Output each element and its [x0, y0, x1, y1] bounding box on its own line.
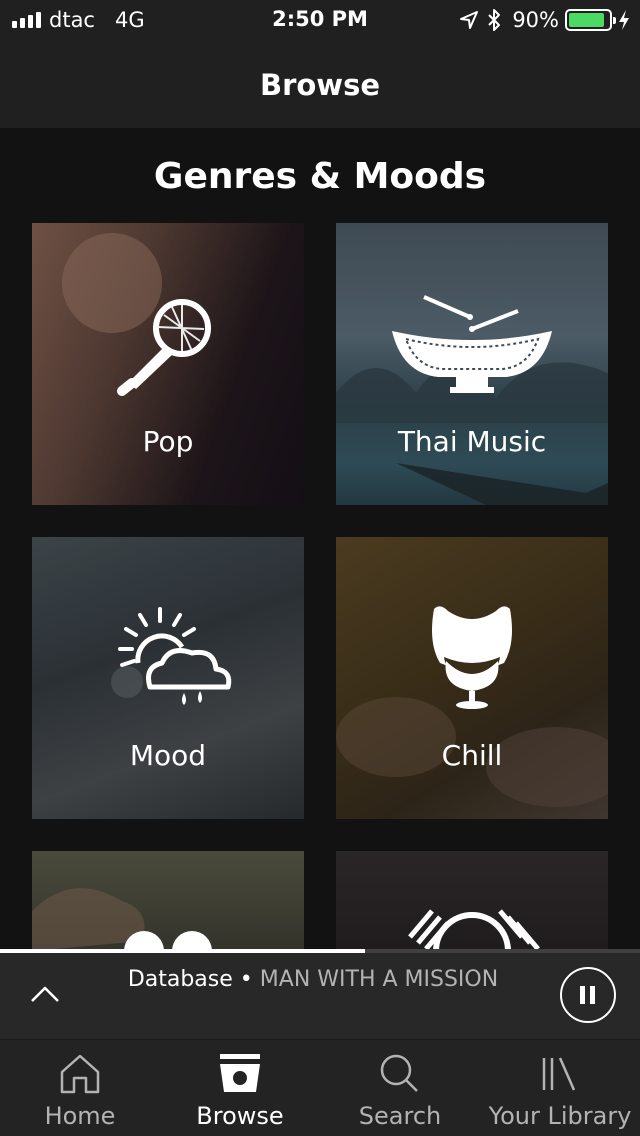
header: Browse — [0, 40, 640, 128]
microphone-icon — [62, 233, 211, 396]
pause-button[interactable] — [560, 967, 616, 1023]
tab-label: Browse — [196, 1102, 284, 1130]
location-arrow-icon — [460, 11, 479, 29]
tile-label: Thai Music — [397, 425, 547, 458]
browse-icon — [220, 1054, 260, 1092]
tab-bar: Home Browse Search Your Library — [0, 1039, 640, 1136]
genre-tile-korean[interactable] — [336, 851, 608, 951]
tile-label: Chill — [441, 739, 503, 772]
battery-icon — [565, 9, 616, 31]
artist-name: MAN WITH A MISSION — [259, 967, 499, 992]
thai-drum-icon — [336, 295, 608, 505]
home-icon — [60, 1054, 100, 1094]
tab-browse[interactable]: Browse — [160, 1040, 320, 1136]
track-title: Database — [127, 967, 233, 992]
tile-label: Mood — [129, 739, 207, 772]
tab-home[interactable]: Home — [0, 1040, 160, 1136]
tab-label: Home — [44, 1102, 116, 1130]
genre-tile-chill[interactable]: Chill — [336, 537, 608, 819]
tile-label: Pop — [142, 425, 194, 458]
page-title: Browse — [259, 68, 381, 102]
pause-icon — [580, 986, 585, 1004]
status-bar: dtac 4G 2:50 PM 90% — [0, 0, 640, 40]
egg-chair-icon — [336, 606, 608, 807]
charging-bolt-icon — [619, 10, 629, 30]
library-icon — [542, 1057, 576, 1091]
genre-tile-mood[interactable]: Mood — [32, 537, 304, 819]
tab-your-library[interactable]: Your Library — [480, 1040, 640, 1136]
tab-label: Your Library — [488, 1102, 632, 1130]
battery-percent: 90% — [512, 8, 559, 32]
genre-tile-pop[interactable]: Pop — [32, 223, 304, 505]
genre-tile-romance[interactable] — [32, 851, 304, 951]
bluetooth-icon — [488, 9, 501, 31]
genre-tile-thai-music[interactable]: Thai Music — [336, 223, 608, 505]
korean-flag-icon — [408, 909, 540, 951]
section-title: Genres & Moods — [153, 156, 487, 197]
tab-search[interactable]: Search — [320, 1040, 480, 1136]
status-right: 90% — [458, 7, 630, 33]
search-icon — [380, 1054, 418, 1092]
separator: • — [239, 967, 253, 992]
pause-icon — [590, 986, 595, 1004]
tab-label: Search — [358, 1102, 442, 1130]
hearts-icon — [32, 888, 212, 951]
now-playing-text: Database • MAN WITH A MISSION — [0, 967, 626, 992]
now-playing-bar[interactable]: Database • MAN WITH A MISSION — [0, 953, 640, 1039]
sun-cloud-rain-icon — [111, 607, 232, 705]
